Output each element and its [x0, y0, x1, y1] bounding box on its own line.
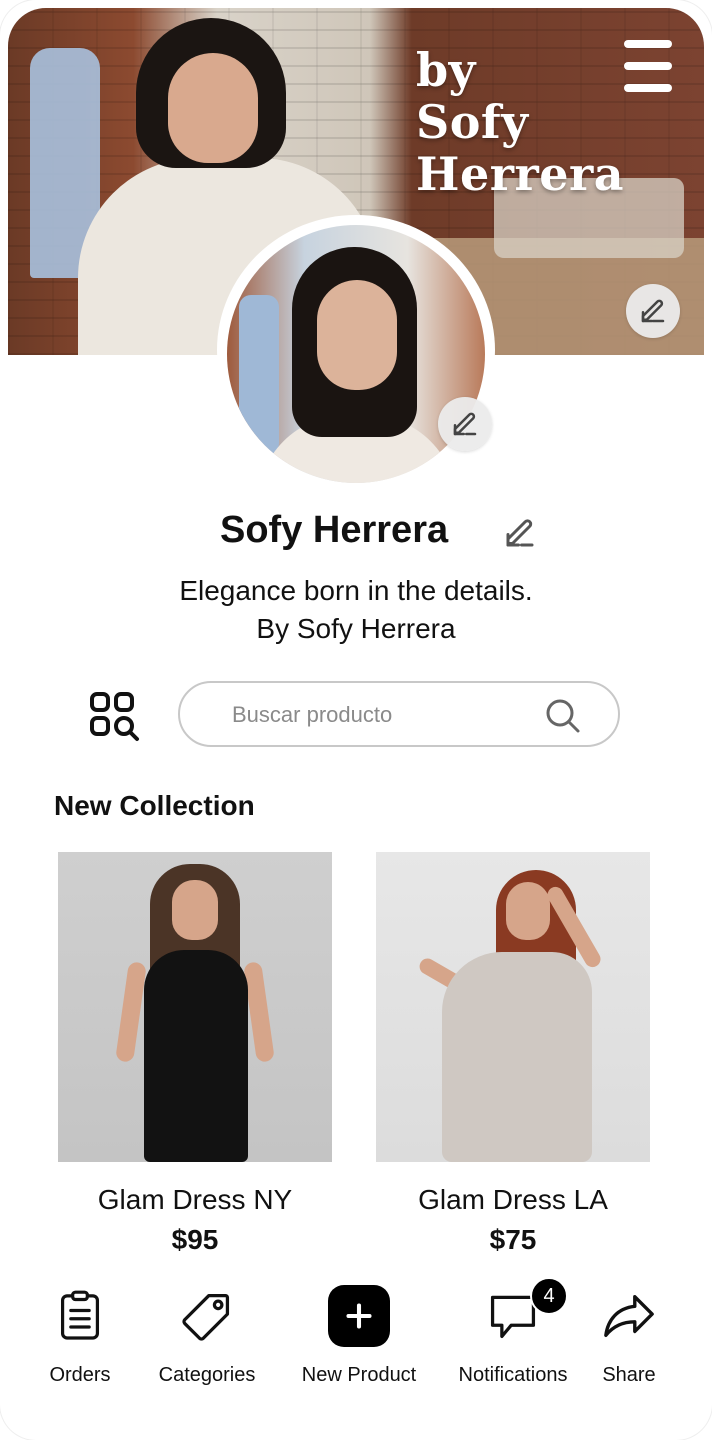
menu-bar	[624, 84, 672, 92]
avatar-face	[317, 280, 397, 390]
avatar-bg-dress	[239, 295, 279, 455]
brand-line-3: Herrera	[416, 147, 625, 201]
nav-categories[interactable]: Categories	[146, 1270, 268, 1400]
brand-line-2: Sofy	[416, 95, 529, 149]
notifications-badge: 4	[530, 1277, 568, 1315]
model-dress	[442, 952, 592, 1162]
clipboard-icon	[48, 1284, 112, 1348]
profile-tagline: Elegance born in the details. By Sofy He…	[0, 572, 712, 648]
nav-label: New Product	[301, 1364, 417, 1386]
tagline-line-2: By Sofy Herrera	[256, 613, 456, 644]
grid-search-icon	[90, 692, 139, 741]
search-bar	[178, 681, 620, 747]
product-image	[58, 852, 332, 1162]
model-face	[506, 882, 550, 940]
model-dress	[144, 950, 248, 1162]
app-screen: by Sofy Herrera Sofy Herrera Elegance bo…	[0, 0, 712, 1440]
product-price: $75	[489, 1224, 537, 1255]
nav-share[interactable]: Share	[592, 1270, 666, 1400]
nav-orders[interactable]: Orders	[30, 1270, 130, 1400]
menu-bar	[624, 62, 672, 70]
product-price: $95	[171, 1224, 219, 1255]
profile-name-row: Sofy Herrera	[0, 505, 712, 557]
profile-name: Sofy Herrera	[220, 509, 449, 551]
pencil-icon	[641, 299, 665, 323]
pencil-icon	[506, 519, 534, 547]
category-search-button[interactable]	[88, 690, 142, 742]
menu-bar	[624, 40, 672, 48]
product-name: Glam Dress NY	[97, 1184, 293, 1215]
nav-label: Orders	[49, 1364, 111, 1386]
edit-cover-button[interactable]	[626, 284, 680, 338]
bottom-nav: Orders Categories New Product Notificati…	[0, 1270, 712, 1410]
nav-label: Categories	[158, 1364, 256, 1386]
tagline-line-1: Elegance born in the details.	[179, 575, 533, 606]
share-arrow-icon	[597, 1284, 661, 1348]
product-name: Glam Dress LA	[418, 1184, 608, 1215]
nav-label: Share	[602, 1364, 656, 1386]
product-image	[376, 852, 650, 1162]
model-face	[172, 880, 218, 940]
model-arm	[115, 961, 147, 1063]
nav-label: Notifications	[458, 1364, 568, 1386]
nav-new-product[interactable]: New Product	[292, 1270, 426, 1400]
tag-icon	[175, 1284, 239, 1348]
section-title: New Collection	[54, 790, 255, 821]
edit-name-button[interactable]	[500, 513, 540, 553]
pencil-icon	[453, 412, 477, 436]
plus-icon	[327, 1284, 391, 1348]
product-card[interactable]: Glam Dress NY $95	[58, 852, 332, 1256]
edit-avatar-button[interactable]	[438, 397, 492, 451]
search-input[interactable]	[230, 697, 534, 733]
product-card[interactable]: Glam Dress LA $75	[376, 852, 650, 1256]
menu-icon[interactable]	[620, 40, 676, 92]
cover-person-face	[168, 53, 258, 163]
search-icon[interactable]	[544, 697, 582, 735]
